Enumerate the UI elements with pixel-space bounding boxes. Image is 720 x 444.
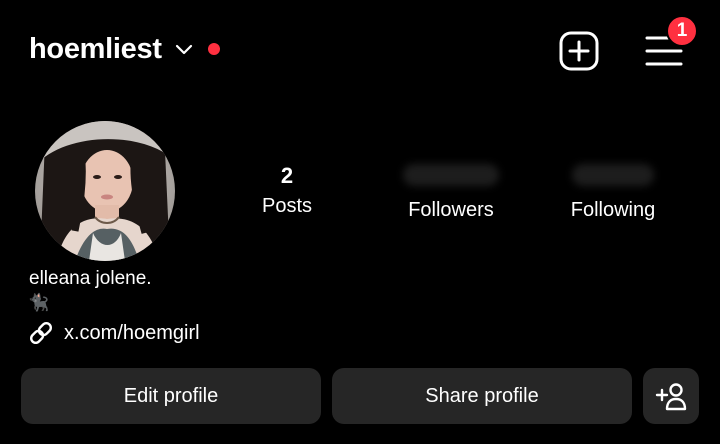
- avatar[interactable]: [35, 121, 175, 261]
- followers-stat[interactable]: Followers: [376, 160, 526, 224]
- bio-emoji: 🐈‍⬛: [28, 293, 50, 312]
- discover-people-button[interactable]: [643, 368, 699, 424]
- profile-photo: [35, 121, 175, 261]
- following-count: [538, 164, 688, 196]
- username: hoemliest: [29, 33, 162, 65]
- posts-count: 2: [280, 163, 294, 188]
- followers-count-redacted: [403, 164, 499, 186]
- link-icon: [29, 321, 53, 345]
- share-profile-button[interactable]: Share profile: [332, 368, 632, 424]
- add-person-icon: [655, 383, 687, 411]
- profile-header: hoemliest 1: [0, 0, 720, 100]
- following-stat[interactable]: Following: [538, 160, 688, 224]
- bio-link-text: x.com/hoemgirl: [64, 322, 200, 344]
- plus-square-icon[interactable]: [558, 30, 600, 72]
- account-switcher[interactable]: hoemliest: [29, 30, 220, 68]
- notification-badge: 1: [666, 15, 698, 47]
- posts-label: Posts: [261, 195, 313, 217]
- following-label: Following: [570, 199, 656, 221]
- bio-link[interactable]: x.com/hoemgirl: [28, 320, 200, 346]
- bio-name: elleana jolene.: [29, 268, 152, 289]
- edit-profile-button[interactable]: Edit profile: [21, 368, 321, 424]
- status-dot: [207, 43, 220, 55]
- following-count-redacted: [572, 164, 654, 186]
- followers-count: [376, 164, 526, 196]
- chevron-down-icon: [175, 44, 192, 55]
- followers-label: Followers: [408, 199, 494, 221]
- posts-stat[interactable]: 2 Posts: [212, 160, 362, 220]
